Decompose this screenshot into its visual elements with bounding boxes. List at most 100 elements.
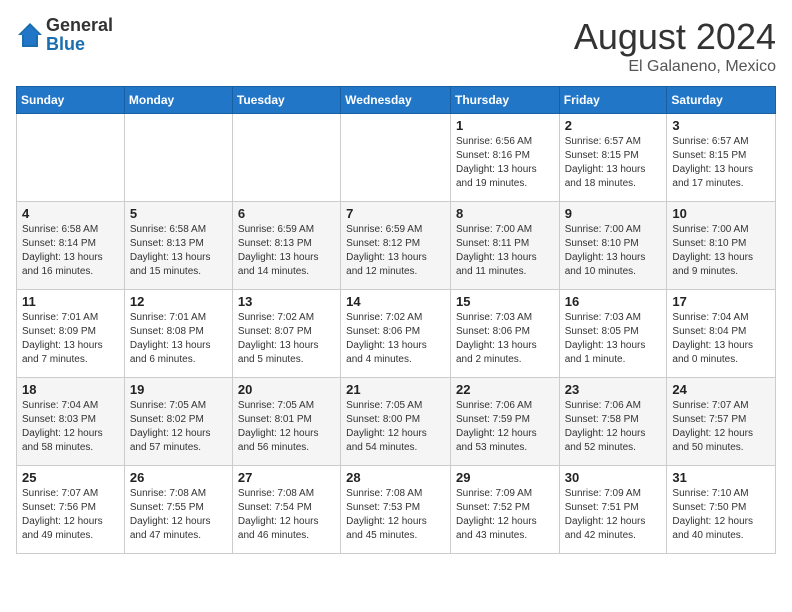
day-info: Sunrise: 7:01 AM Sunset: 8:08 PM Dayligh… xyxy=(130,311,227,367)
day-number: 29 xyxy=(456,470,554,485)
weekday-header-monday: Monday xyxy=(124,87,232,114)
calendar-cell: 1 Sunrise: 6:56 AM Sunset: 8:16 PM Daylig… xyxy=(450,114,559,202)
day-number: 6 xyxy=(238,206,335,221)
day-info: Sunrise: 7:06 AM Sunset: 7:59 PM Dayligh… xyxy=(456,399,554,455)
calendar-cell xyxy=(124,114,232,202)
calendar-cell xyxy=(17,114,125,202)
title-block: August 2024 El Galaneno, Mexico xyxy=(574,16,776,76)
day-info: Sunrise: 7:04 AM Sunset: 8:04 PM Dayligh… xyxy=(672,311,770,367)
calendar-cell: 19Sunrise: 7:05 AM Sunset: 8:02 PM Dayli… xyxy=(124,378,232,466)
logo-text: General Blue xyxy=(46,16,113,54)
day-number: 2 xyxy=(565,118,662,133)
calendar-cell: 9 Sunrise: 7:00 AM Sunset: 8:10 PM Daylig… xyxy=(559,202,667,290)
location: El Galaneno, Mexico xyxy=(574,58,776,76)
day-number: 13 xyxy=(238,294,335,309)
day-info: Sunrise: 6:59 AM Sunset: 8:12 PM Dayligh… xyxy=(346,223,445,279)
calendar-cell: 5Sunrise: 6:58 AM Sunset: 8:13 PM Daylig… xyxy=(124,202,232,290)
calendar-cell: 13 Sunrise: 7:02 AM Sunset: 8:07 PM Dayli… xyxy=(232,290,340,378)
day-number: 28 xyxy=(346,470,445,485)
day-number: 15 xyxy=(456,294,554,309)
day-info: Sunrise: 7:08 AM Sunset: 7:53 PM Dayligh… xyxy=(346,487,445,543)
day-info: Sunrise: 7:08 AM Sunset: 7:55 PM Dayligh… xyxy=(130,487,227,543)
calendar-cell: 14 Sunrise: 7:02 AM Sunset: 8:06 PM Dayli… xyxy=(341,290,451,378)
calendar-cell: 24 Sunrise: 7:07 AM Sunset: 7:57 PM Dayli… xyxy=(667,378,776,466)
day-info: Sunrise: 7:09 AM Sunset: 7:52 PM Dayligh… xyxy=(456,487,554,543)
day-info: Sunrise: 6:57 AM Sunset: 8:15 PM Dayligh… xyxy=(672,135,770,191)
day-info: Sunrise: 7:09 AM Sunset: 7:51 PM Dayligh… xyxy=(565,487,662,543)
logo-blue: Blue xyxy=(46,34,85,54)
day-info: Sunrise: 7:07 AM Sunset: 7:57 PM Dayligh… xyxy=(672,399,770,455)
day-info: Sunrise: 7:06 AM Sunset: 7:58 PM Dayligh… xyxy=(565,399,662,455)
weekday-header-tuesday: Tuesday xyxy=(232,87,340,114)
logo-general: General xyxy=(46,15,113,35)
calendar-cell: 3 Sunrise: 6:57 AM Sunset: 8:15 PM Daylig… xyxy=(667,114,776,202)
day-number: 1 xyxy=(456,118,554,133)
calendar-cell: 31 Sunrise: 7:10 AM Sunset: 7:50 PM Dayli… xyxy=(667,466,776,554)
weekday-header-wednesday: Wednesday xyxy=(341,87,451,114)
day-number: 9 xyxy=(565,206,662,221)
day-info: Sunrise: 6:57 AM Sunset: 8:15 PM Dayligh… xyxy=(565,135,662,191)
day-info: Sunrise: 7:05 AM Sunset: 8:02 PM Dayligh… xyxy=(130,399,227,455)
day-number: 7 xyxy=(346,206,445,221)
day-number: 20 xyxy=(238,382,335,397)
day-info: Sunrise: 7:00 AM Sunset: 8:10 PM Dayligh… xyxy=(565,223,662,279)
day-number: 26 xyxy=(130,470,227,485)
calendar-cell: 17 Sunrise: 7:04 AM Sunset: 8:04 PM Dayli… xyxy=(667,290,776,378)
day-info: Sunrise: 7:05 AM Sunset: 8:01 PM Dayligh… xyxy=(238,399,335,455)
day-info: Sunrise: 7:05 AM Sunset: 8:00 PM Dayligh… xyxy=(346,399,445,455)
day-info: Sunrise: 7:02 AM Sunset: 8:07 PM Dayligh… xyxy=(238,311,335,367)
day-info: Sunrise: 6:59 AM Sunset: 8:13 PM Dayligh… xyxy=(238,223,335,279)
day-number: 3 xyxy=(672,118,770,133)
day-number: 17 xyxy=(672,294,770,309)
day-info: Sunrise: 7:00 AM Sunset: 8:10 PM Dayligh… xyxy=(672,223,770,279)
week-row-5: 25Sunrise: 7:07 AM Sunset: 7:56 PM Dayli… xyxy=(17,466,776,554)
weekday-header-saturday: Saturday xyxy=(667,87,776,114)
weekday-header-sunday: Sunday xyxy=(17,87,125,114)
day-number: 21 xyxy=(346,382,445,397)
day-number: 12 xyxy=(130,294,227,309)
calendar-cell: 20 Sunrise: 7:05 AM Sunset: 8:01 PM Dayli… xyxy=(232,378,340,466)
day-info: Sunrise: 7:02 AM Sunset: 8:06 PM Dayligh… xyxy=(346,311,445,367)
calendar-cell: 10 Sunrise: 7:00 AM Sunset: 8:10 PM Dayli… xyxy=(667,202,776,290)
day-number: 23 xyxy=(565,382,662,397)
logo: General Blue xyxy=(16,16,113,54)
calendar-cell: 27Sunrise: 7:08 AM Sunset: 7:54 PM Dayli… xyxy=(232,466,340,554)
day-info: Sunrise: 6:58 AM Sunset: 8:14 PM Dayligh… xyxy=(22,223,119,279)
calendar-cell: 8Sunrise: 7:00 AM Sunset: 8:11 PM Daylig… xyxy=(450,202,559,290)
calendar-table: SundayMondayTuesdayWednesdayThursdayFrid… xyxy=(16,86,776,554)
day-number: 16 xyxy=(565,294,662,309)
calendar-cell xyxy=(341,114,451,202)
calendar-cell: 12 Sunrise: 7:01 AM Sunset: 8:08 PM Dayli… xyxy=(124,290,232,378)
day-number: 8 xyxy=(456,206,554,221)
calendar-cell: 7 Sunrise: 6:59 AM Sunset: 8:12 PM Daylig… xyxy=(341,202,451,290)
calendar-cell: 4 Sunrise: 6:58 AM Sunset: 8:14 PM Daylig… xyxy=(17,202,125,290)
calendar-cell: 6 Sunrise: 6:59 AM Sunset: 8:13 PM Daylig… xyxy=(232,202,340,290)
day-info: Sunrise: 7:08 AM Sunset: 7:54 PM Dayligh… xyxy=(238,487,335,543)
weekday-header-thursday: Thursday xyxy=(450,87,559,114)
day-number: 4 xyxy=(22,206,119,221)
week-row-1: 1 Sunrise: 6:56 AM Sunset: 8:16 PM Daylig… xyxy=(17,114,776,202)
page-header: General Blue August 2024 El Galaneno, Me… xyxy=(16,16,776,76)
day-number: 10 xyxy=(672,206,770,221)
calendar-cell: 23 Sunrise: 7:06 AM Sunset: 7:58 PM Dayli… xyxy=(559,378,667,466)
calendar-cell: 11Sunrise: 7:01 AM Sunset: 8:09 PM Dayli… xyxy=(17,290,125,378)
calendar-cell: 21 Sunrise: 7:05 AM Sunset: 8:00 PM Dayli… xyxy=(341,378,451,466)
day-number: 5 xyxy=(130,206,227,221)
day-number: 11 xyxy=(22,294,119,309)
day-number: 24 xyxy=(672,382,770,397)
week-row-2: 4 Sunrise: 6:58 AM Sunset: 8:14 PM Daylig… xyxy=(17,202,776,290)
logo-icon xyxy=(16,21,44,49)
day-info: Sunrise: 6:56 AM Sunset: 8:16 PM Dayligh… xyxy=(456,135,554,191)
weekday-header-friday: Friday xyxy=(559,87,667,114)
calendar-cell: 30Sunrise: 7:09 AM Sunset: 7:51 PM Dayli… xyxy=(559,466,667,554)
day-number: 31 xyxy=(672,470,770,485)
day-number: 14 xyxy=(346,294,445,309)
day-info: Sunrise: 7:10 AM Sunset: 7:50 PM Dayligh… xyxy=(672,487,770,543)
calendar-cell: 18Sunrise: 7:04 AM Sunset: 8:03 PM Dayli… xyxy=(17,378,125,466)
week-row-3: 11Sunrise: 7:01 AM Sunset: 8:09 PM Dayli… xyxy=(17,290,776,378)
calendar-cell: 28 Sunrise: 7:08 AM Sunset: 7:53 PM Dayli… xyxy=(341,466,451,554)
calendar-cell: 2 Sunrise: 6:57 AM Sunset: 8:15 PM Daylig… xyxy=(559,114,667,202)
calendar-cell: 25Sunrise: 7:07 AM Sunset: 7:56 PM Dayli… xyxy=(17,466,125,554)
day-info: Sunrise: 7:04 AM Sunset: 8:03 PM Dayligh… xyxy=(22,399,119,455)
day-info: Sunrise: 7:07 AM Sunset: 7:56 PM Dayligh… xyxy=(22,487,119,543)
